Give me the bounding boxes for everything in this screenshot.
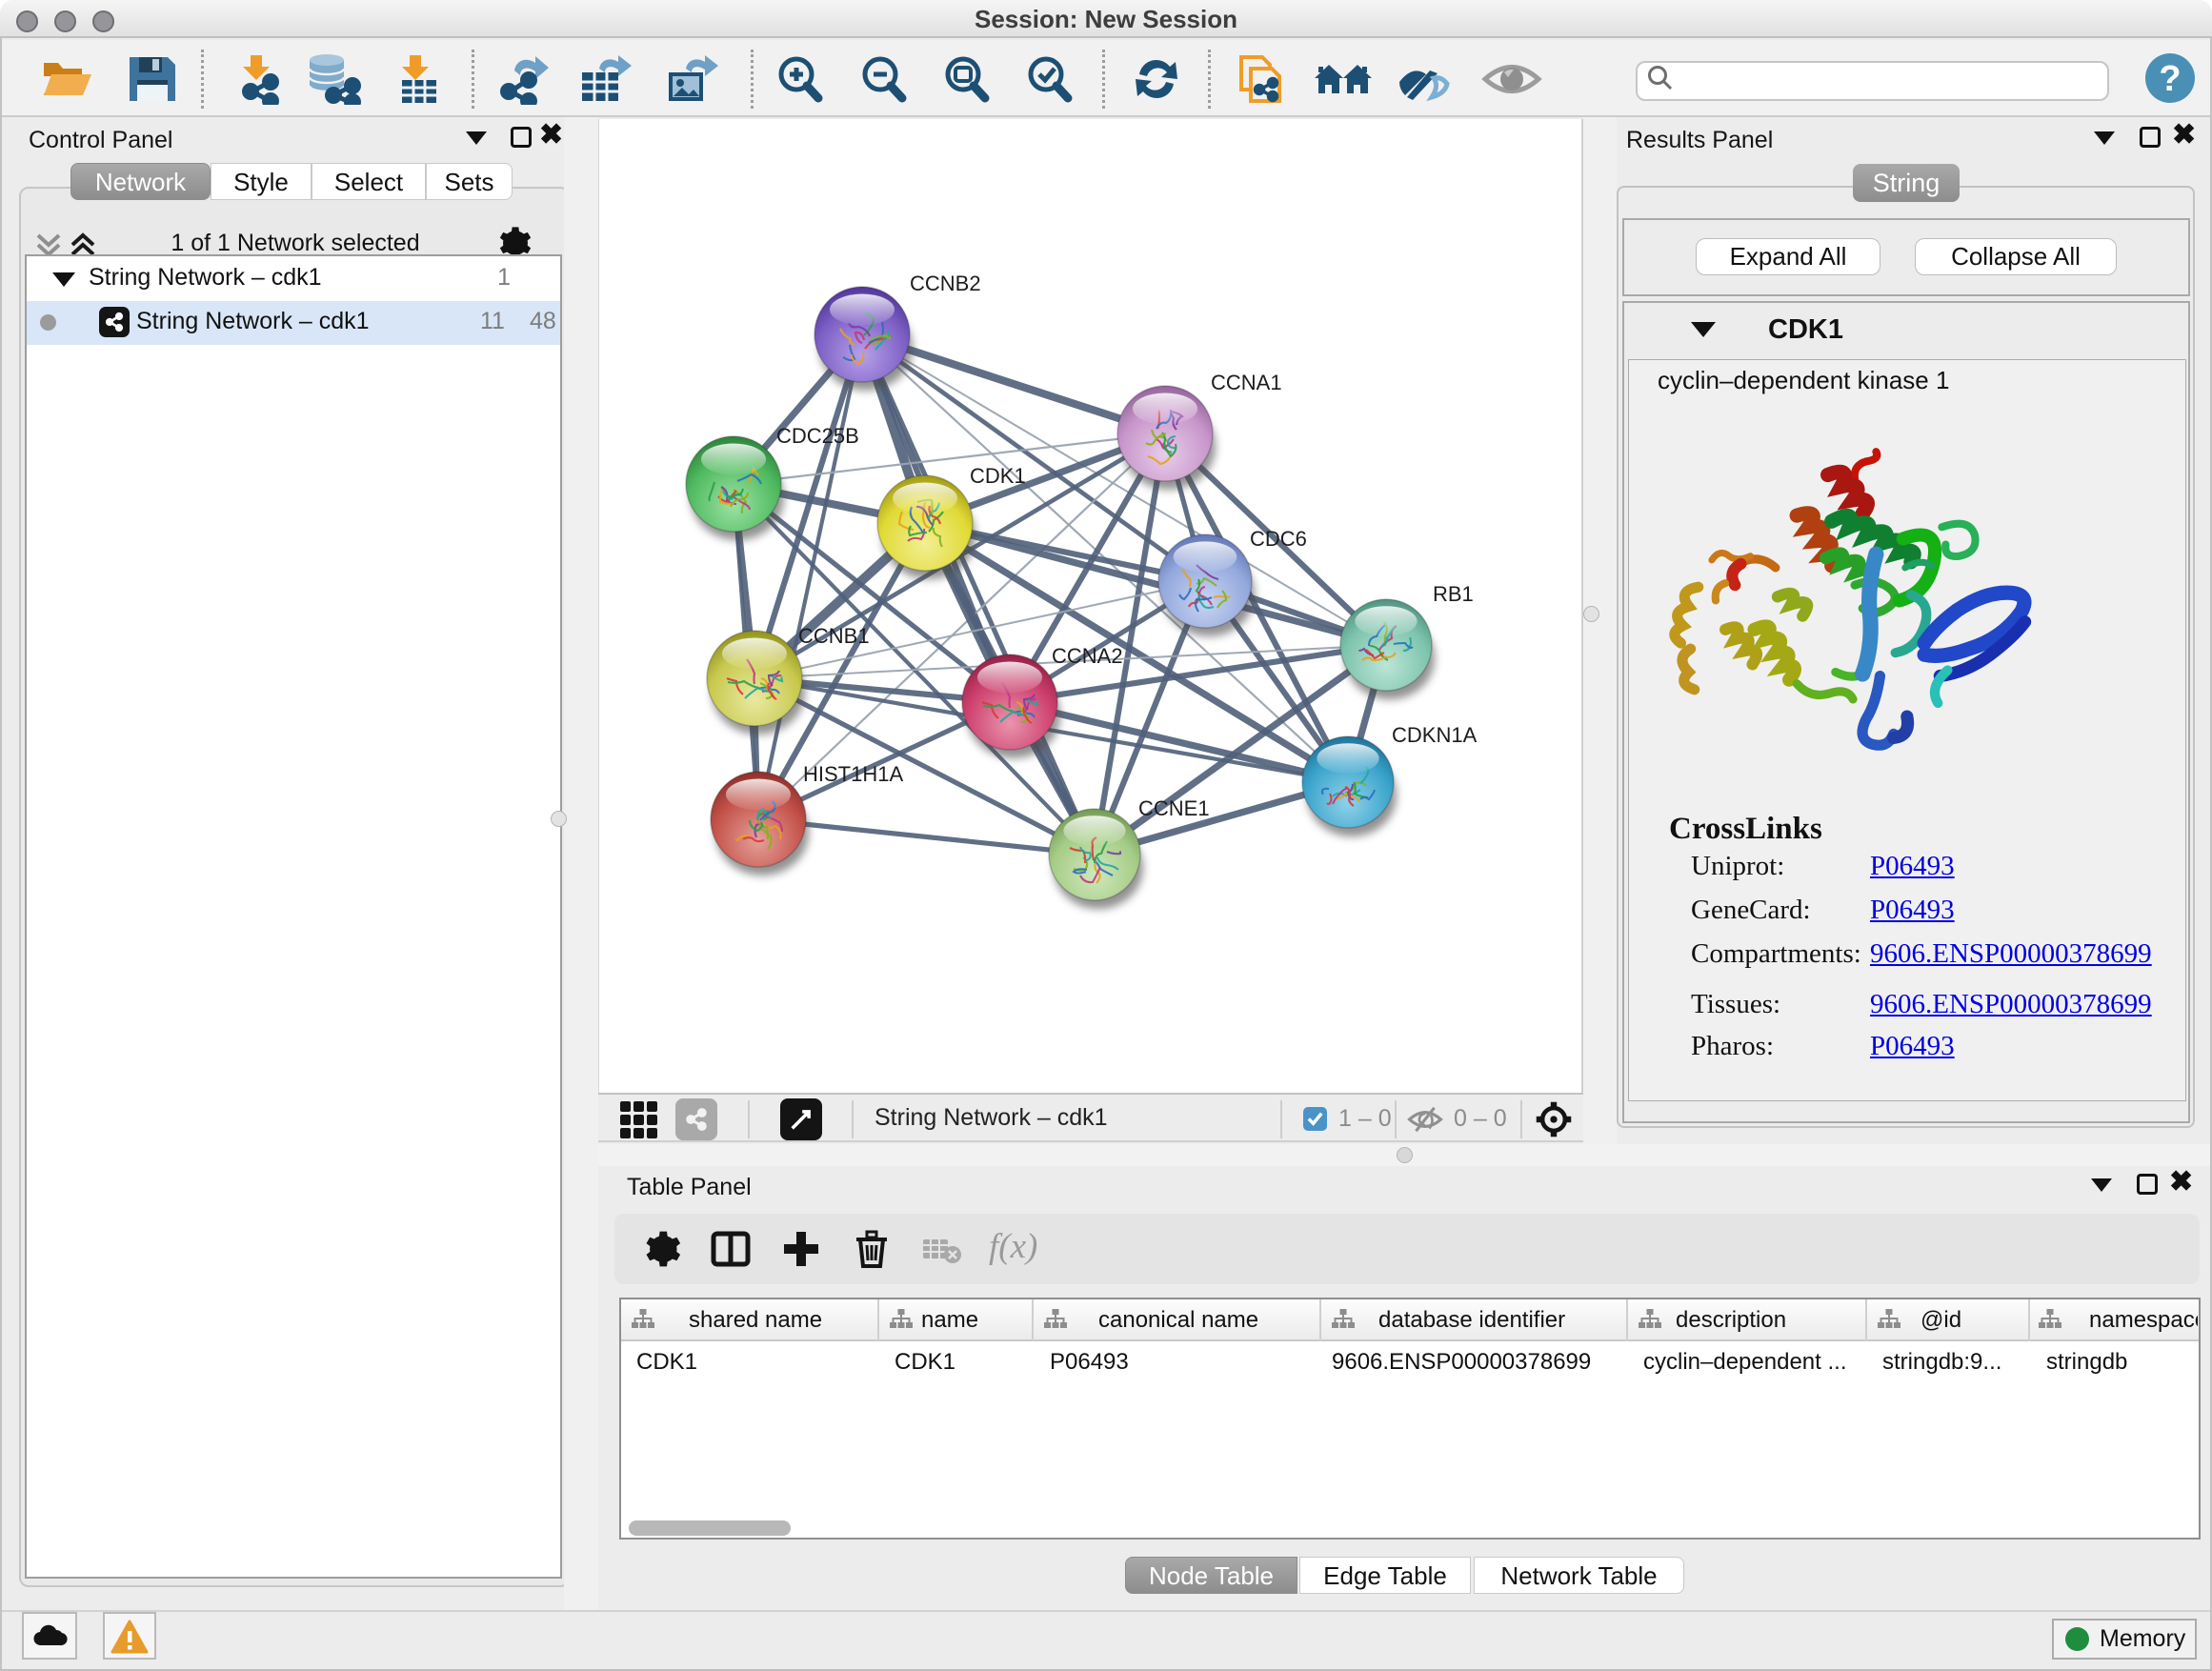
- svg-text:CCNB1: CCNB1: [798, 624, 870, 648]
- svg-text:?: ?: [2159, 59, 2181, 99]
- svg-text:CCNA2: CCNA2: [1052, 644, 1123, 668]
- svg-text:CCNA1: CCNA1: [1211, 371, 1282, 394]
- svg-text:CDKN1A: CDKN1A: [1392, 723, 1478, 747]
- svg-text:HIST1H1A: HIST1H1A: [803, 762, 903, 786]
- svg-text:CCNB2: CCNB2: [910, 272, 981, 295]
- svg-text:CCNE1: CCNE1: [1138, 796, 1210, 820]
- svg-text:RB1: RB1: [1433, 582, 1474, 606]
- svg-text:CDC25B: CDC25B: [776, 424, 859, 448]
- svg-text:CDC6: CDC6: [1250, 527, 1307, 551]
- svg-text:CDK1: CDK1: [970, 464, 1026, 488]
